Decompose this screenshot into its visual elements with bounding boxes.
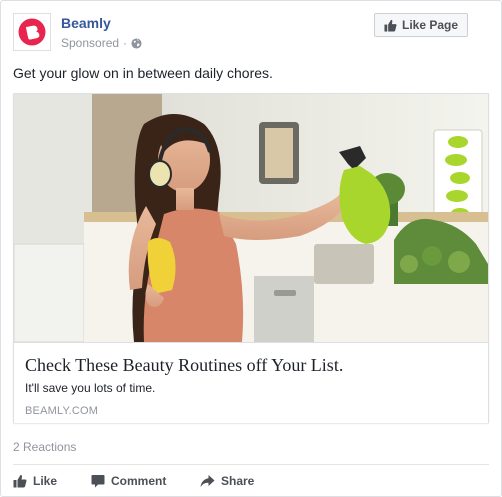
beamly-logo-icon <box>18 18 46 46</box>
share-button[interactable]: Share <box>200 472 254 490</box>
post-meta: Sponsored · <box>61 36 142 50</box>
sponsored-label[interactable]: Sponsored <box>61 36 119 50</box>
page-name-link[interactable]: Beamly <box>61 15 111 31</box>
comment-button[interactable]: Comment <box>91 472 166 490</box>
reactions-count[interactable]: 2 Reactions <box>13 440 76 454</box>
page-avatar[interactable] <box>13 13 51 51</box>
globe-icon[interactable] <box>131 37 142 49</box>
thumbs-up-icon <box>13 474 27 488</box>
ad-photo-woman-dancing-in-kitchen <box>14 94 488 342</box>
like-button-label: Like <box>33 474 58 488</box>
ad-link-preview[interactable]: Check These Beauty Routines off Your Lis… <box>13 93 489 423</box>
post-text: Get your glow on in between daily chores… <box>13 65 273 81</box>
share-button-label: Share <box>221 474 255 488</box>
like-page-label: Like Page <box>401 18 459 32</box>
thumbs-up-icon <box>384 19 397 32</box>
ad-image[interactable] <box>14 94 488 342</box>
actions-divider <box>13 464 489 465</box>
ad-headline[interactable]: Check These Beauty Routines off Your Lis… <box>25 355 343 376</box>
like-page-button[interactable]: Like Page <box>374 13 468 37</box>
comment-icon <box>91 475 105 488</box>
ad-caption: Check These Beauty Routines off Your Lis… <box>14 342 488 423</box>
comment-button-label: Comment <box>111 474 167 488</box>
ad-domain: BEAMLY.COM <box>25 405 99 417</box>
ad-description: It'll save you lots of time. <box>25 381 156 395</box>
meta-separator: · <box>123 36 128 50</box>
share-icon <box>200 475 215 487</box>
sponsored-post-card: Beamly Sponsored · Like Page Get your gl… <box>0 0 502 497</box>
like-button[interactable]: Like <box>13 472 57 490</box>
